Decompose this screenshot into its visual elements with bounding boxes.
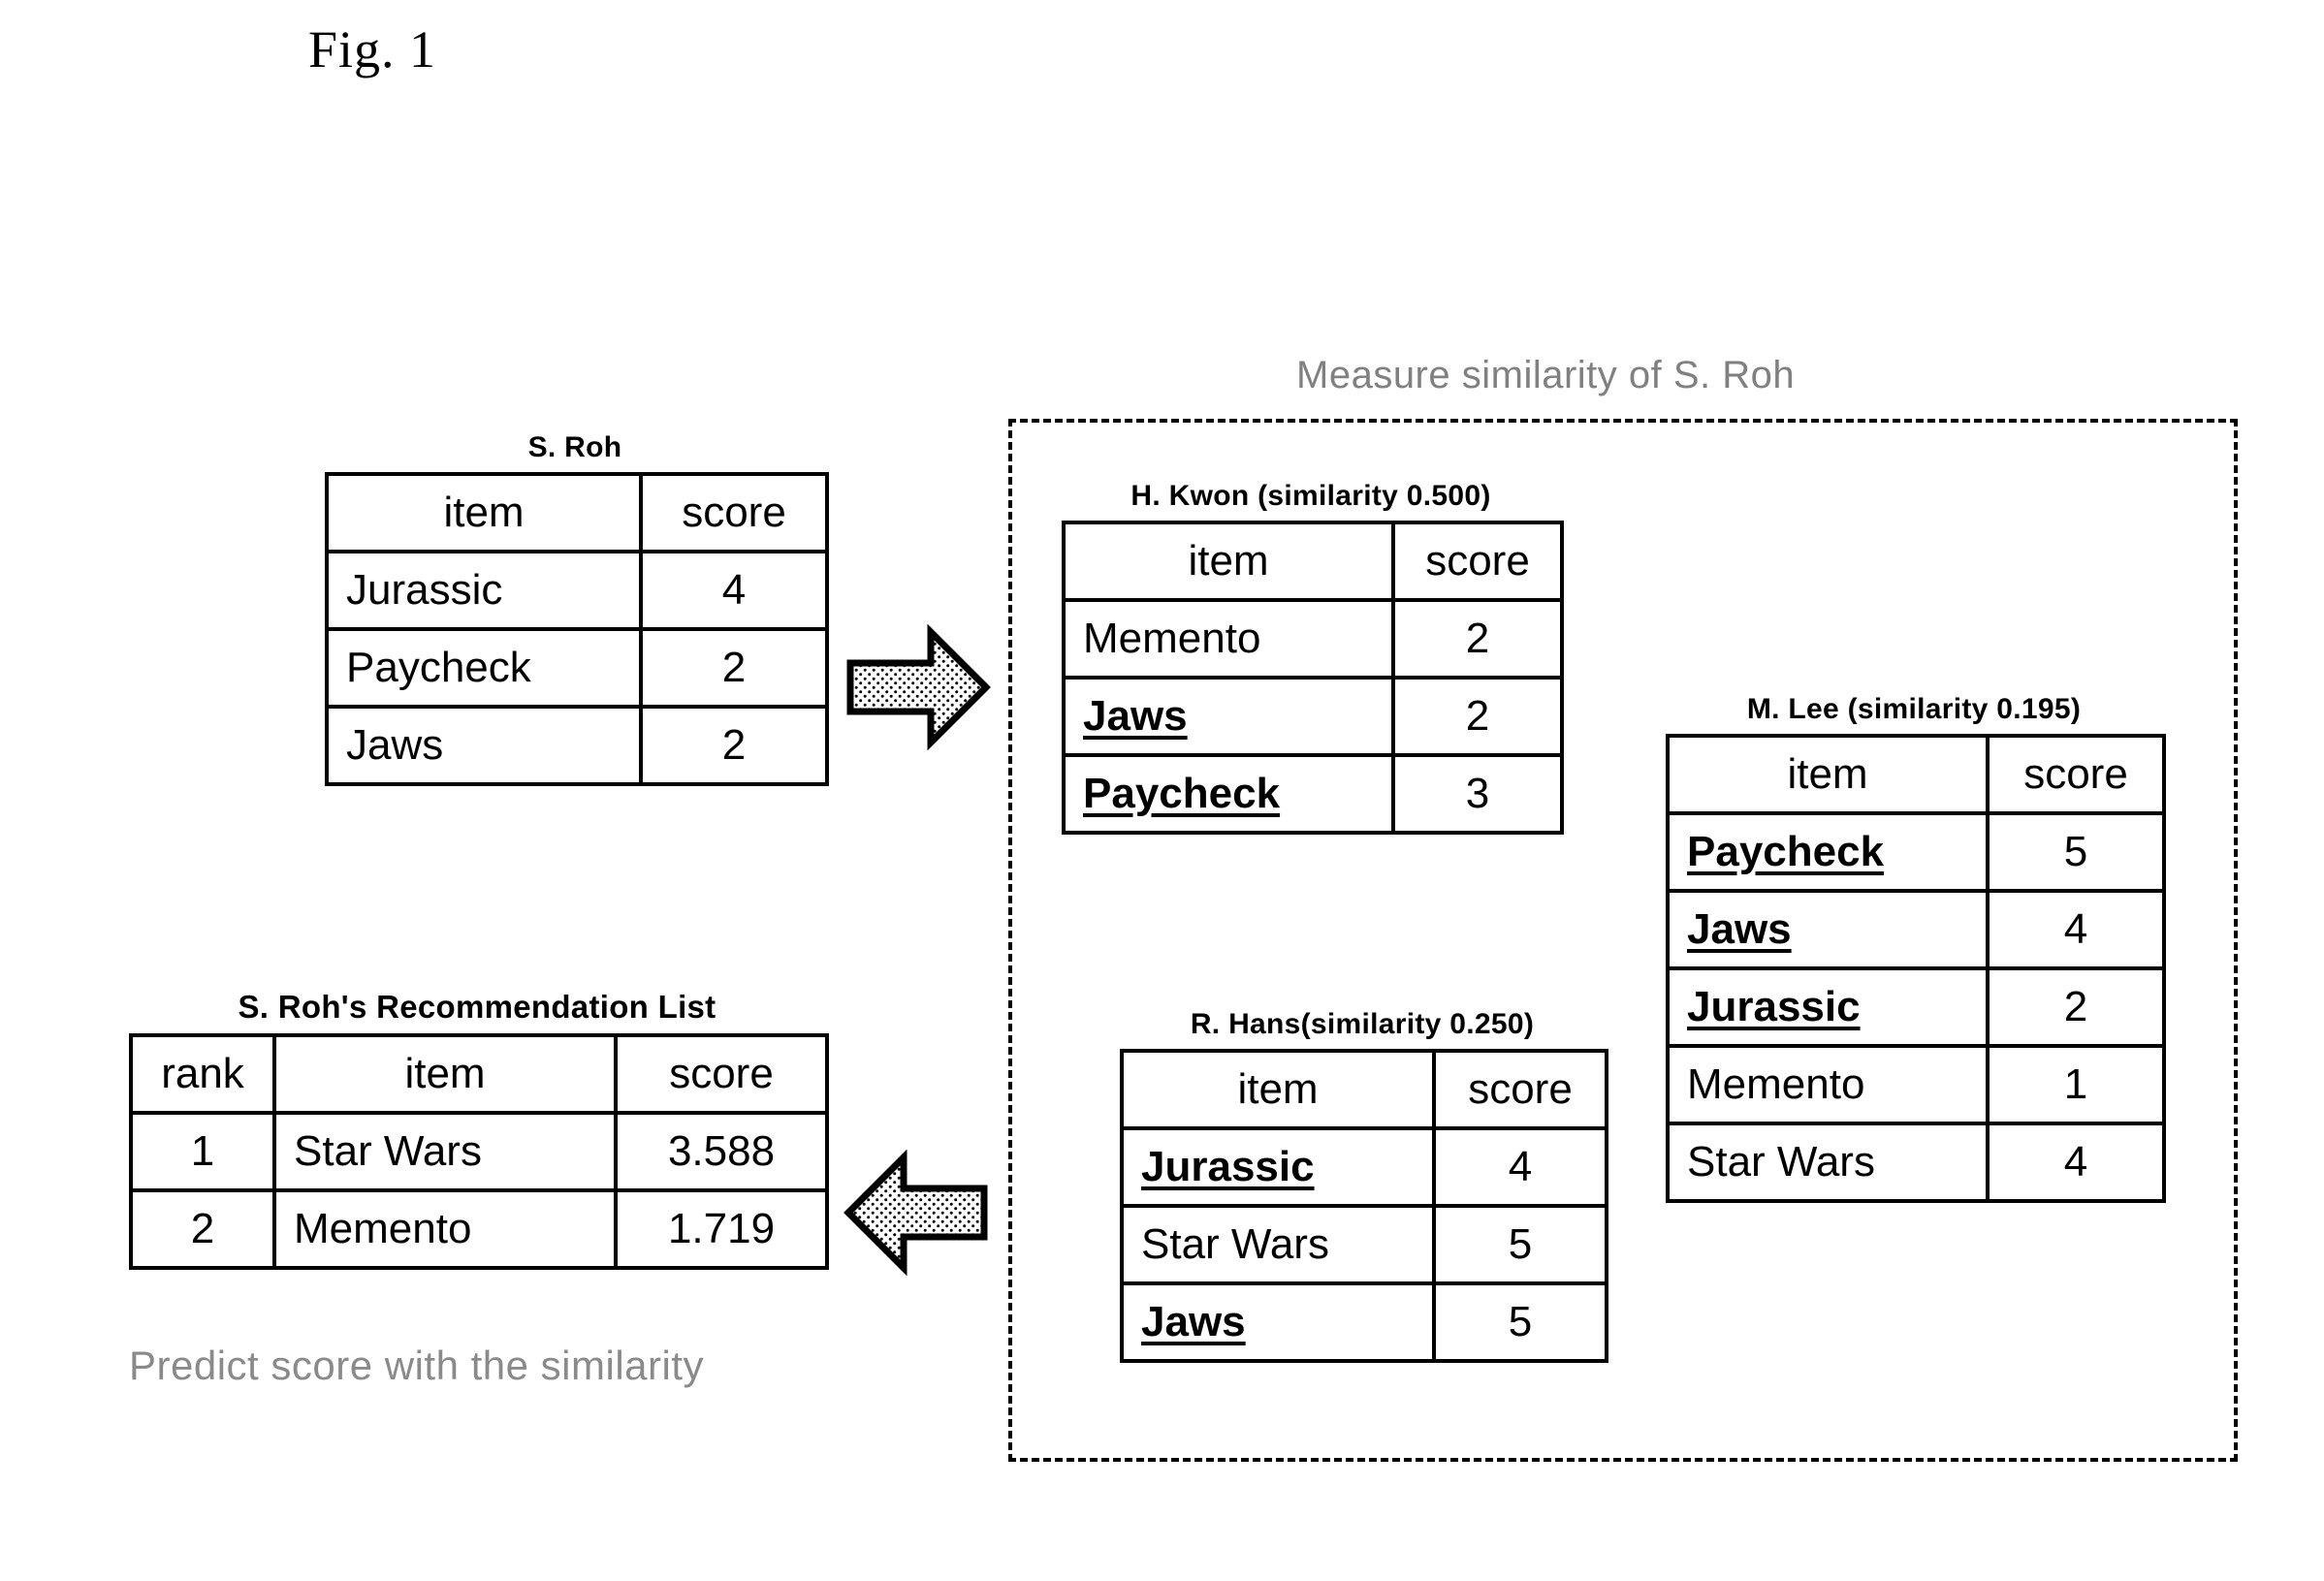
cell-item-text-highlighted: Paycheck xyxy=(1083,770,1281,817)
cell-score: 2 xyxy=(1986,966,2166,1048)
column-header-score: score xyxy=(639,472,829,553)
cell-score: 4 xyxy=(1432,1126,1608,1208)
cell-item-text: Memento xyxy=(1687,1060,1865,1108)
table-row: Paycheck 5 xyxy=(1666,811,2166,893)
cell-item: Jurassic xyxy=(1666,966,1990,1048)
cell-item: Memento xyxy=(1062,598,1395,680)
table-title-r-hans: R. Hans(similarity 0.250) xyxy=(1190,1008,1535,1040)
cell-score: 4 xyxy=(1986,889,2166,970)
cell-item: Jaws xyxy=(1120,1281,1436,1363)
table-header-row: item score xyxy=(1120,1049,1608,1130)
table-block-s-roh: S. Roh item score Jurassic 4 Paycheck 2 … xyxy=(325,431,829,786)
arrow-right-icon xyxy=(845,623,991,755)
cell-item: Jurassic xyxy=(1120,1126,1436,1208)
similarity-group-title: Measure similarity of S. Roh xyxy=(1296,354,1796,396)
cell-score: 4 xyxy=(639,550,829,631)
cell-item: Paycheck xyxy=(1666,811,1990,893)
table-title-recommendation: S. Roh's Recommendation List xyxy=(238,989,716,1025)
column-header-score: score xyxy=(1391,521,1564,602)
cell-rank: 2 xyxy=(129,1188,276,1270)
cell-item-text-highlighted: Jaws xyxy=(1083,692,1188,740)
table-header-row: item score xyxy=(1666,734,2166,815)
table-m-lee: item score Paycheck 5 Jaws 4 Jurassic 2 … xyxy=(1666,734,2166,1203)
table-block-h-kwon: H. Kwon (similarity 0.500) item score Me… xyxy=(1062,480,1564,835)
cell-item: Jaws xyxy=(325,705,643,786)
column-header-score: score xyxy=(1432,1049,1608,1130)
cell-item-text-highlighted: Jaws xyxy=(1687,905,1792,953)
table-row: Jaws 2 xyxy=(1062,676,1564,757)
table-row: Jaws 2 xyxy=(325,705,829,786)
table-r-hans: item score Jurassic 4 Star Wars 5 Jaws 5 xyxy=(1120,1049,1608,1363)
cell-item-text: Star Wars xyxy=(1687,1138,1875,1186)
column-header-rank: rank xyxy=(129,1033,276,1115)
column-header-score: score xyxy=(1986,734,2166,815)
table-header-row: item score xyxy=(325,472,829,553)
table-block-recommendation: S. Roh's Recommendation List rank item s… xyxy=(129,989,829,1270)
table-row: Star Wars 4 xyxy=(1666,1122,2166,1203)
cell-score: 5 xyxy=(1986,811,2166,893)
cell-item-text-highlighted: Paycheck xyxy=(1687,828,1885,875)
table-row: Jurassic 4 xyxy=(1120,1126,1608,1208)
predict-caption: Predict score with the similarity xyxy=(129,1343,704,1388)
table-title-h-kwon: H. Kwon (similarity 0.500) xyxy=(1130,480,1491,512)
cell-item: Jurassic xyxy=(325,550,643,631)
cell-item: Jaws xyxy=(1062,676,1395,757)
column-header-score: score xyxy=(614,1033,829,1115)
cell-score: 2 xyxy=(1391,598,1564,680)
cell-item-text-highlighted: Jaws xyxy=(1141,1298,1246,1345)
table-block-m-lee: M. Lee (similarity 0.195) item score Pay… xyxy=(1666,693,2166,1203)
table-row: 1 Star Wars 3.588 xyxy=(129,1111,829,1192)
cell-item-text-highlighted: Jurassic xyxy=(1687,983,1861,1030)
cell-score: 5 xyxy=(1432,1204,1608,1285)
cell-score: 5 xyxy=(1432,1281,1608,1363)
table-title-m-lee: M. Lee (similarity 0.195) xyxy=(1746,693,2082,725)
table-row: Jaws 5 xyxy=(1120,1281,1608,1363)
table-row: Jaws 4 xyxy=(1666,889,2166,970)
cell-item: Star Wars xyxy=(1120,1204,1436,1285)
cell-score: 3.588 xyxy=(614,1111,829,1192)
cell-item: Memento xyxy=(1666,1044,1990,1125)
table-block-r-hans: R. Hans(similarity 0.250) item score Jur… xyxy=(1120,1008,1608,1363)
table-row: 2 Memento 1.719 xyxy=(129,1188,829,1270)
table-header-row: item score xyxy=(1062,521,1564,602)
table-title-s-roh: S. Roh xyxy=(527,431,622,463)
cell-score: 1.719 xyxy=(614,1188,829,1270)
column-header-item: item xyxy=(325,472,643,553)
cell-rank: 1 xyxy=(129,1111,276,1192)
cell-score: 1 xyxy=(1986,1044,2166,1125)
table-row: Paycheck 3 xyxy=(1062,753,1564,835)
arrow-left-icon xyxy=(836,1149,989,1281)
cell-item-text: Memento xyxy=(1083,615,1261,662)
cell-score: 4 xyxy=(1986,1122,2166,1203)
table-row: Star Wars 5 xyxy=(1120,1204,1608,1285)
cell-item: Memento xyxy=(272,1188,618,1270)
cell-score: 2 xyxy=(639,627,829,709)
cell-item-text: Star Wars xyxy=(1141,1220,1329,1268)
cell-item: Star Wars xyxy=(272,1111,618,1192)
cell-item: Paycheck xyxy=(1062,753,1395,835)
figure-label: Fig. 1 xyxy=(308,20,437,79)
column-header-item: item xyxy=(1666,734,1990,815)
table-h-kwon: item score Memento 2 Jaws 2 Paycheck 3 xyxy=(1062,521,1564,835)
column-header-item: item xyxy=(1062,521,1395,602)
table-row: Memento 1 xyxy=(1666,1044,2166,1125)
cell-item: Star Wars xyxy=(1666,1122,1990,1203)
table-row: Memento 2 xyxy=(1062,598,1564,680)
table-row: Jurassic 2 xyxy=(1666,966,2166,1048)
cell-item-text-highlighted: Jurassic xyxy=(1141,1143,1315,1190)
cell-item: Jaws xyxy=(1666,889,1990,970)
figure-canvas: Fig. 1 Measure similarity of S. Roh S. R… xyxy=(0,0,2324,1581)
column-header-item: item xyxy=(272,1033,618,1115)
cell-score: 2 xyxy=(1391,676,1564,757)
table-s-roh: item score Jurassic 4 Paycheck 2 Jaws 2 xyxy=(325,472,829,786)
table-row: Paycheck 2 xyxy=(325,627,829,709)
column-header-item: item xyxy=(1120,1049,1436,1130)
cell-score: 3 xyxy=(1391,753,1564,835)
table-recommendation: rank item score 1 Star Wars 3.588 2 Meme… xyxy=(129,1033,829,1270)
cell-item: Paycheck xyxy=(325,627,643,709)
table-header-row: rank item score xyxy=(129,1033,829,1115)
cell-score: 2 xyxy=(639,705,829,786)
table-row: Jurassic 4 xyxy=(325,550,829,631)
